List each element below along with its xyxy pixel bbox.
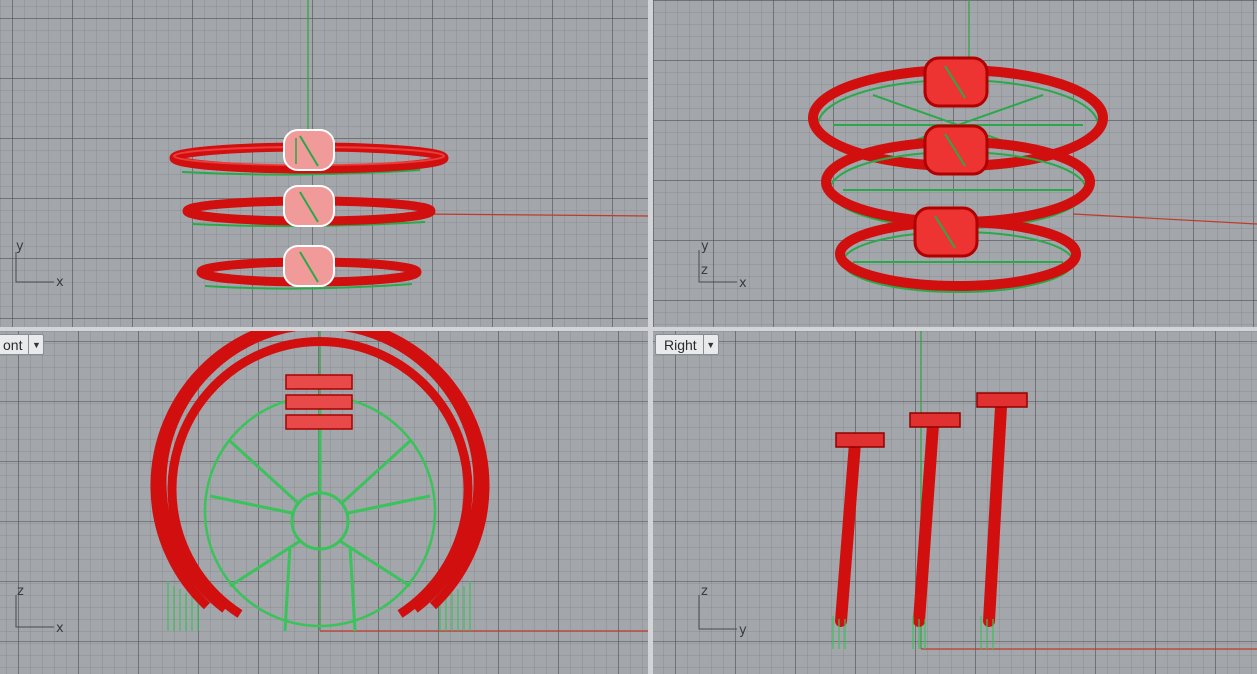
axis-x-label: x — [739, 276, 747, 291]
x-axis-line — [1072, 213, 1257, 225]
chevron-down-icon[interactable]: ▼ — [28, 335, 43, 354]
viewport-perspective[interactable]: y z x — [653, 0, 1257, 327]
ring-model[interactable] — [835, 206, 1081, 293]
axis-z-label: z — [17, 584, 24, 599]
axis-triad: y z x — [698, 239, 747, 291]
axis-x-label: x — [56, 621, 64, 636]
ring-model[interactable] — [169, 129, 449, 176]
axis-y-label: y — [16, 239, 24, 254]
perspective-view-scene: y z x — [698, 0, 1257, 293]
ring-model[interactable] — [196, 245, 422, 290]
top-view-scene: y x — [15, 0, 648, 290]
axis-z-label: z — [701, 584, 708, 599]
viewport-label-front[interactable]: ont ▼ — [0, 334, 45, 355]
ring-model[interactable] — [182, 185, 436, 228]
viewport-label-right[interactable]: Right ▼ — [655, 334, 719, 355]
viewport-label-text: ont — [3, 336, 23, 353]
axis-triad: z x — [15, 584, 64, 636]
chevron-down-icon[interactable]: ▼ — [702, 335, 718, 354]
ring-model[interactable] — [976, 392, 1028, 649]
viewport-right[interactable]: z y Right ▼ — [653, 331, 1257, 674]
axis-z-label: z — [701, 263, 708, 278]
axis-y-label: y — [701, 239, 709, 254]
axis-y-label: y — [739, 623, 747, 638]
viewport-top[interactable]: y x — [0, 0, 648, 327]
front-view-scene: z x — [15, 331, 648, 636]
ring-model[interactable] — [832, 432, 885, 649]
axis-triad: z y — [698, 584, 747, 638]
ring-model[interactable] — [909, 412, 961, 649]
axis-triad: y x — [15, 239, 64, 290]
x-axis-line — [419, 213, 648, 217]
viewport-label-text: Right — [664, 336, 697, 353]
axis-x-label: x — [56, 275, 64, 290]
right-view-scene: z y — [698, 331, 1257, 650]
viewport-front[interactable]: z x ont ▼ — [0, 331, 648, 674]
